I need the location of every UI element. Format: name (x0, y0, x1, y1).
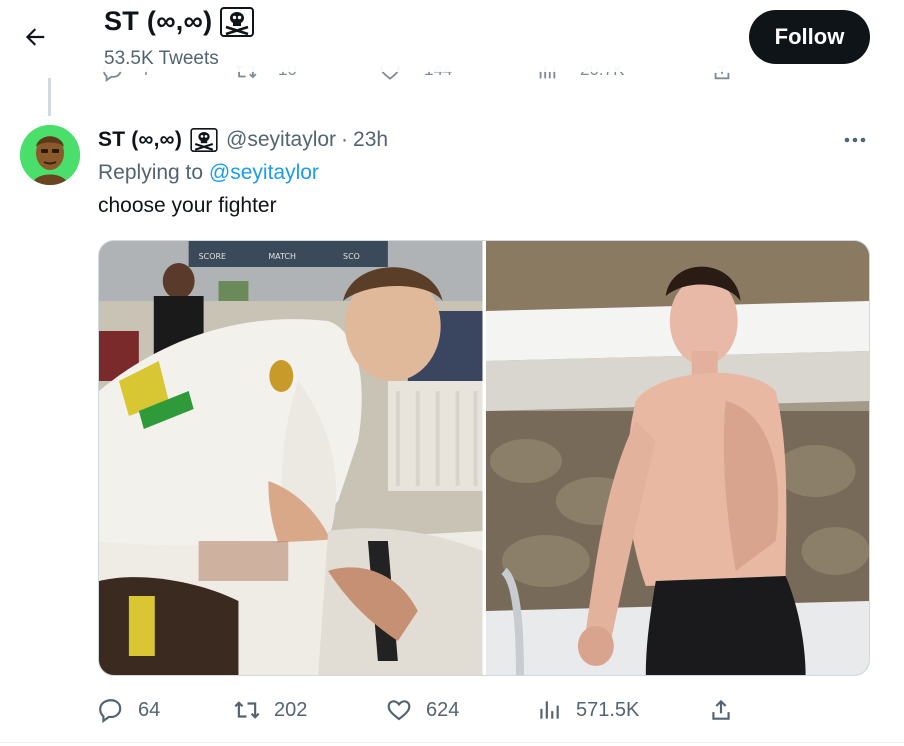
avatar-image (20, 125, 80, 185)
reply-action[interactable]: 64 (98, 692, 160, 728)
heart-icon (387, 700, 411, 721)
tweet-media-grid: SCORE MATCH SCO (98, 240, 870, 676)
replying-to-label: Replying to (98, 161, 204, 184)
reply-count: 64 (138, 698, 161, 721)
pool-photo (485, 241, 869, 675)
svg-text:MATCH: MATCH (268, 252, 296, 261)
retweet-action[interactable]: 202 (234, 692, 307, 728)
share-action[interactable] (708, 692, 734, 728)
views-count: 571.5K (576, 698, 640, 721)
views-action[interactable]: 571.5K (536, 692, 639, 728)
tweet-divider (0, 742, 904, 743)
profile-title: ST (∞,∞) (104, 6, 255, 37)
tweet-count: 53.5K Tweets (104, 48, 219, 69)
tweet-action-bar: 64 202 624 571.5K (98, 692, 738, 728)
skull-crossbones-icon (220, 6, 255, 37)
retweet-count: 202 (274, 698, 308, 721)
tweet-thread-view: ST (∞,∞) 53.5K Tweets Follow 7 10 144 20… (0, 0, 904, 746)
like-count: 624 (426, 698, 460, 721)
thread-connector-line (48, 78, 51, 116)
replying-to: Replying to @seyitaylor (98, 161, 319, 185)
tweet-timestamp[interactable]: 23h (353, 128, 388, 152)
author-name[interactable]: ST (∞,∞) (98, 128, 182, 152)
avatar[interactable] (20, 125, 80, 185)
skull-crossbones-icon (190, 128, 218, 152)
grappling-photo: SCORE MATCH SCO (99, 241, 483, 675)
author-handle[interactable]: @seyitaylor (226, 128, 336, 152)
media-image-right[interactable] (485, 241, 869, 675)
more-horizontal-icon (844, 137, 866, 143)
tweet-header: ST (∞,∞) @seyitaylor · 23h (98, 126, 388, 154)
svg-text:SCO: SCO (343, 252, 360, 261)
svg-text:SCORE: SCORE (199, 252, 226, 261)
more-options-button[interactable] (838, 127, 872, 153)
separator-dot: · (341, 128, 349, 151)
arrow-left-icon (25, 28, 45, 46)
media-image-left[interactable]: SCORE MATCH SCO (99, 241, 483, 675)
profile-header: ST (∞,∞) 53.5K Tweets Follow (0, 0, 904, 72)
reply-icon (99, 699, 122, 723)
replying-to-handle-link[interactable]: @seyitaylor (209, 161, 319, 184)
retweet-icon (234, 701, 260, 719)
tweet-text: choose your fighter (98, 194, 277, 217)
profile-name: ST (∞,∞) (104, 6, 213, 36)
back-button[interactable] (14, 16, 56, 58)
follow-button[interactable]: Follow (749, 10, 870, 64)
bar-chart-icon (540, 701, 559, 719)
share-icon (712, 699, 730, 720)
like-action[interactable]: 624 (386, 692, 459, 728)
